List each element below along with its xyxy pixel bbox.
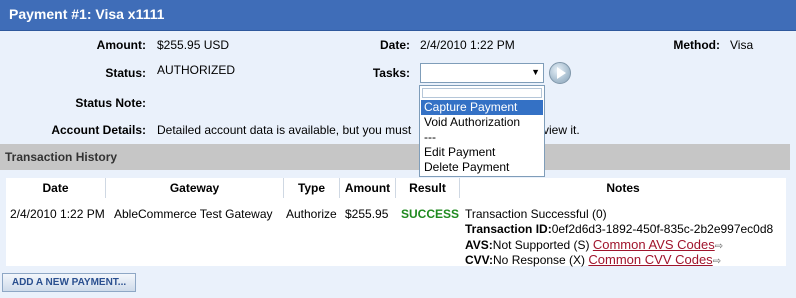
status-note-label: Status Note:	[75, 96, 146, 110]
tasks-select[interactable]: ▼	[420, 63, 544, 83]
external-link-icon: ⇨	[712, 256, 722, 267]
go-button[interactable]	[549, 62, 571, 84]
col-header-gateway: Gateway	[106, 178, 284, 198]
panel-title: Payment #1: Visa x1111	[9, 6, 165, 22]
option-void-authorization[interactable]: Void Authorization	[421, 115, 543, 130]
chevron-down-icon[interactable]: ▼	[531, 67, 540, 77]
account-details-text: Detailed account data is available, but …	[157, 123, 412, 137]
option-separator: ---	[424, 130, 436, 144]
row-amount: $255.95	[345, 207, 389, 221]
avs-value: Not Supported (S)	[492, 238, 590, 252]
account-details-text-end: view it.	[543, 123, 580, 137]
txn-id-value: 0ef2d6d3-1892-450f-835c-2b2e997ec0d8	[551, 222, 774, 236]
txn-id-label: Transaction ID:	[465, 222, 552, 236]
add-payment-button[interactable]: ADD A NEW PAYMENT...	[2, 273, 136, 292]
status-value: AUTHORIZED	[157, 63, 235, 77]
external-link-icon: ⇨	[714, 241, 724, 252]
method-label: Method:	[673, 38, 720, 52]
tasks-label: Tasks:	[372, 66, 410, 80]
amount-value: $255.95 USD	[157, 38, 230, 52]
option-capture-payment[interactable]: Capture Payment	[421, 100, 543, 115]
transaction-table: Date Gateway Type Amount Result Notes 2/…	[6, 178, 786, 267]
avs-label: AVS:	[465, 238, 493, 252]
tasks-dropdown-list: Capture Payment Void Authorization --- E…	[419, 85, 545, 177]
section-title: Transaction History	[5, 150, 118, 164]
avs-codes-link[interactable]: Common AVS Codes	[593, 237, 715, 252]
row-date: 2/4/2010 1:22 PM	[10, 207, 105, 221]
panel-header: Payment #1: Visa x1111	[0, 0, 796, 31]
option-edit-payment[interactable]: Edit Payment	[421, 145, 543, 160]
status-label: Status:	[105, 66, 146, 80]
row-gateway: AbleCommerce Test Gateway	[114, 207, 273, 221]
row-result: SUCCESS	[401, 207, 460, 221]
col-header-amount: Amount	[340, 178, 396, 198]
transaction-history-bar: Transaction History	[0, 144, 790, 170]
col-header-type: Type	[284, 178, 340, 198]
play-icon	[557, 67, 566, 79]
dropdown-blank-option[interactable]	[422, 88, 542, 98]
account-details-label: Account Details:	[51, 123, 146, 137]
amount-label: Amount:	[96, 38, 146, 52]
col-header-notes: Notes	[606, 181, 640, 195]
col-header-date: Date	[6, 178, 106, 198]
notes-line1: Transaction Successful (0)	[465, 207, 607, 221]
cvv-codes-link[interactable]: Common CVV Codes	[588, 252, 712, 267]
cvv-value: No Response (X)	[493, 253, 586, 267]
date-label: Date:	[379, 38, 410, 52]
row-type: Authorize	[286, 207, 337, 221]
method-value: Visa	[730, 38, 754, 52]
option-delete-payment[interactable]: Delete Payment	[421, 160, 543, 175]
cvv-label: CVV:	[465, 253, 494, 267]
col-header-result: Result	[396, 178, 460, 198]
date-value: 2/4/2010 1:22 PM	[420, 38, 515, 52]
